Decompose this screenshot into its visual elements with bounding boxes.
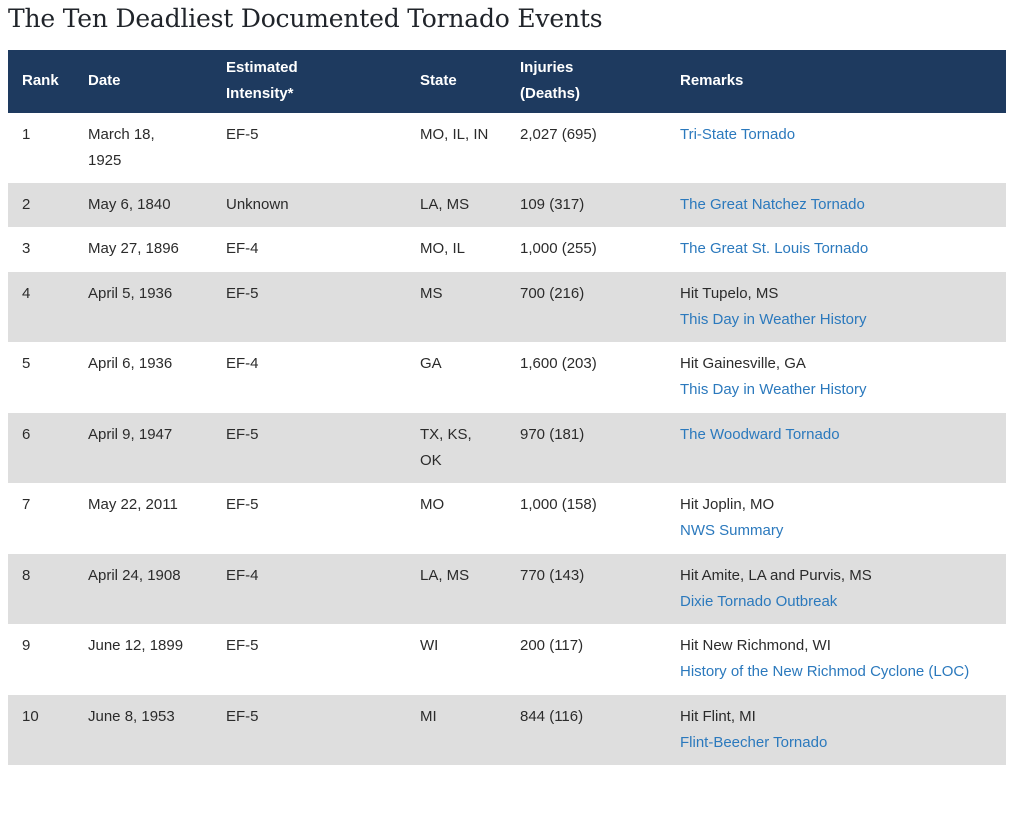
column-header-injuries: Injuries (Deaths): [506, 50, 666, 113]
cell-intensity: EF-5: [212, 483, 406, 554]
table-row: 3May 27, 1896EF-4MO, IL1,000 (255) The Gr…: [8, 227, 1006, 271]
cell-remarks: Tri-State Tornado: [666, 113, 1006, 184]
cell-state: WI: [406, 624, 506, 695]
table-header-row: RankDateEstimated Intensity*StateInjurie…: [8, 50, 1006, 113]
cell-injuries: 700 (216): [506, 272, 666, 343]
remark-link[interactable]: The Great Natchez Tornado: [680, 192, 992, 218]
remark-text: Hit Flint, MI: [680, 704, 992, 730]
table-row: 1March 18, 1925EF-5MO, IL, IN2,027 (695)…: [8, 113, 1006, 184]
cell-date: May 27, 1896: [74, 227, 212, 271]
cell-state: MO, IL, IN: [406, 113, 506, 184]
cell-state: LA, MS: [406, 183, 506, 227]
cell-remarks: Hit Amite, LA and Purvis, MSDixie Tornad…: [666, 554, 1006, 625]
cell-injuries: 2,027 (695): [506, 113, 666, 184]
cell-date: May 22, 2011: [74, 483, 212, 554]
cell-remarks: Hit New Richmond, WIHistory of the New R…: [666, 624, 1006, 695]
cell-state: MO: [406, 483, 506, 554]
cell-intensity: EF-4: [212, 227, 406, 271]
remark-link[interactable]: Dixie Tornado Outbreak: [680, 589, 992, 615]
remark-link[interactable]: Flint-Beecher Tornado: [680, 730, 992, 756]
remark-link[interactable]: NWS Summary: [680, 518, 992, 544]
cell-injuries: 109 (317): [506, 183, 666, 227]
page: The Ten Deadliest Documented Tornado Eve…: [0, 4, 1014, 765]
remark-link[interactable]: Tri-State Tornado: [680, 122, 992, 148]
cell-state: MO, IL: [406, 227, 506, 271]
column-header-rank: Rank: [8, 50, 74, 113]
cell-intensity: EF-5: [212, 695, 406, 766]
cell-injuries: 1,000 (158): [506, 483, 666, 554]
cell-rank: 5: [8, 342, 74, 413]
cell-intensity: EF-4: [212, 342, 406, 413]
cell-state: GA: [406, 342, 506, 413]
remark-link[interactable]: History of the New Richmod Cyclone (LOC): [680, 659, 992, 685]
cell-intensity: EF-5: [212, 413, 406, 484]
cell-state: MS: [406, 272, 506, 343]
cell-date: April 9, 1947: [74, 413, 212, 484]
cell-rank: 8: [8, 554, 74, 625]
cell-injuries: 970 (181): [506, 413, 666, 484]
remark-text: Hit Gainesville, GA: [680, 351, 992, 377]
cell-date: May 6, 1840: [74, 183, 212, 227]
column-header-remarks: Remarks: [666, 50, 1006, 113]
cell-remarks: The Great Natchez Tornado: [666, 183, 1006, 227]
cell-date: June 8, 1953: [74, 695, 212, 766]
column-header-state: State: [406, 50, 506, 113]
page-title: The Ten Deadliest Documented Tornado Eve…: [8, 4, 1006, 33]
column-header-intensity: Estimated Intensity*: [212, 50, 406, 113]
tornado-events-table: RankDateEstimated Intensity*StateInjurie…: [8, 50, 1006, 765]
table-row: 10June 8, 1953EF-5MI844 (116)Hit Flint, …: [8, 695, 1006, 766]
cell-intensity: EF-5: [212, 624, 406, 695]
cell-remarks: Hit Gainesville, GAThis Day in Weather H…: [666, 342, 1006, 413]
remark-link[interactable]: This Day in Weather History: [680, 307, 992, 333]
table-body: 1March 18, 1925EF-5MO, IL, IN2,027 (695)…: [8, 113, 1006, 766]
cell-rank: 7: [8, 483, 74, 554]
cell-state: LA, MS: [406, 554, 506, 625]
cell-remarks: Hit Flint, MIFlint-Beecher Tornado: [666, 695, 1006, 766]
table-row: 5April 6, 1936EF-4GA1,600 (203)Hit Gaine…: [8, 342, 1006, 413]
cell-rank: 4: [8, 272, 74, 343]
cell-remarks: The Woodward Tornado: [666, 413, 1006, 484]
cell-rank: 1: [8, 113, 74, 184]
cell-injuries: 1,600 (203): [506, 342, 666, 413]
cell-rank: 3: [8, 227, 74, 271]
cell-remarks: Hit Joplin, MONWS Summary: [666, 483, 1006, 554]
cell-rank: 6: [8, 413, 74, 484]
cell-intensity: Unknown: [212, 183, 406, 227]
remark-text: Hit New Richmond, WI: [680, 633, 992, 659]
cell-remarks: The Great St. Louis Tornado: [666, 227, 1006, 271]
table-row: 9June 12, 1899EF-5WI200 (117)Hit New Ric…: [8, 624, 1006, 695]
remark-link[interactable]: The Woodward Tornado: [680, 422, 992, 448]
cell-intensity: EF-5: [212, 272, 406, 343]
cell-rank: 2: [8, 183, 74, 227]
cell-date: April 6, 1936: [74, 342, 212, 413]
cell-injuries: 770 (143): [506, 554, 666, 625]
remark-text: Hit Amite, LA and Purvis, MS: [680, 563, 992, 589]
table-row: 8April 24, 1908EF-4LA, MS770 (143)Hit Am…: [8, 554, 1006, 625]
cell-rank: 10: [8, 695, 74, 766]
remark-link[interactable]: This Day in Weather History: [680, 377, 992, 403]
cell-date: April 5, 1936: [74, 272, 212, 343]
cell-state: MI: [406, 695, 506, 766]
table-row: 4April 5, 1936EF-5MS700 (216)Hit Tupelo,…: [8, 272, 1006, 343]
remark-link[interactable]: The Great St. Louis Tornado: [680, 236, 992, 262]
cell-state: TX, KS, OK: [406, 413, 506, 484]
column-header-date: Date: [74, 50, 212, 113]
table-row: 6April 9, 1947EF-5TX, KS, OK970 (181) The…: [8, 413, 1006, 484]
cell-injuries: 844 (116): [506, 695, 666, 766]
remark-text: Hit Tupelo, MS: [680, 281, 992, 307]
table-row: 2May 6, 1840UnknownLA, MS109 (317) The Gr…: [8, 183, 1006, 227]
remark-text: Hit Joplin, MO: [680, 492, 992, 518]
cell-remarks: Hit Tupelo, MSThis Day in Weather Histor…: [666, 272, 1006, 343]
cell-date: April 24, 1908: [74, 554, 212, 625]
cell-injuries: 1,000 (255): [506, 227, 666, 271]
cell-intensity: EF-5: [212, 113, 406, 184]
cell-intensity: EF-4: [212, 554, 406, 625]
table-row: 7May 22, 2011EF-5MO1,000 (158)Hit Joplin…: [8, 483, 1006, 554]
cell-injuries: 200 (117): [506, 624, 666, 695]
cell-rank: 9: [8, 624, 74, 695]
cell-date: March 18, 1925: [74, 113, 212, 184]
cell-date: June 12, 1899: [74, 624, 212, 695]
